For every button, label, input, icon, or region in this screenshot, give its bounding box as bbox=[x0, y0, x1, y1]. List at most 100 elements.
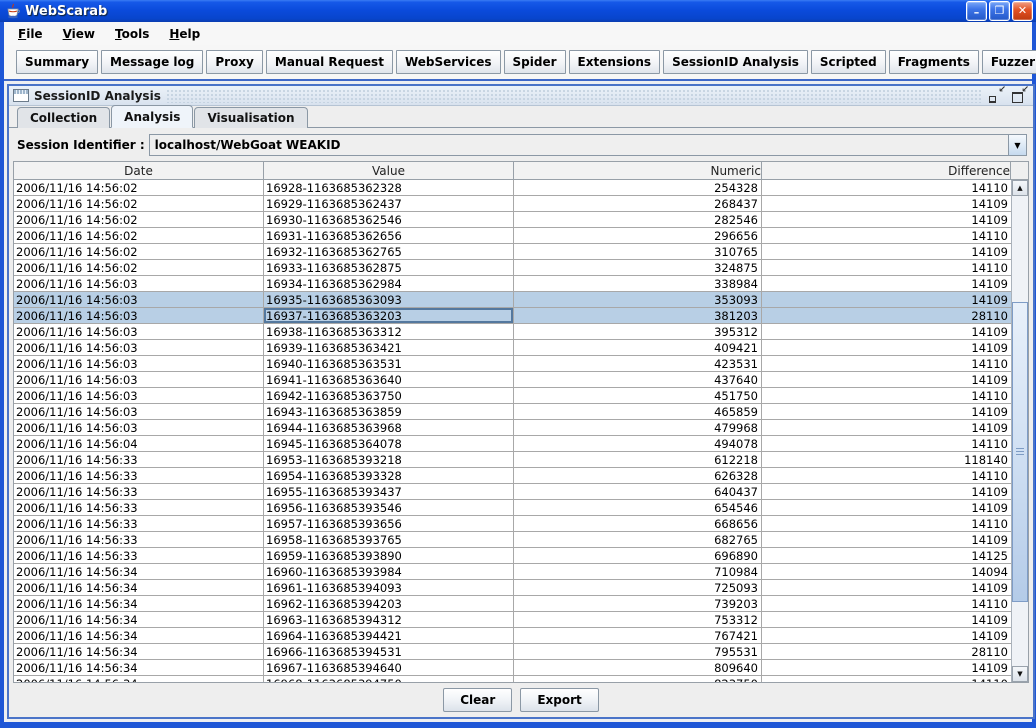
table-row[interactable]: 2006/11/16 14:56:34 16962-1163685394203 73… bbox=[14, 596, 1011, 612]
session-identifier-combobox[interactable]: localhost/WebGoat WEAKID ▼ bbox=[148, 134, 1027, 156]
cell-difference[interactable]: 14109 bbox=[762, 292, 1011, 308]
cell-date[interactable]: 2006/11/16 14:56:02 bbox=[14, 260, 264, 276]
cell-date[interactable]: 2006/11/16 14:56:34 bbox=[14, 676, 264, 682]
cell-numeric[interactable]: 767421 bbox=[514, 628, 762, 644]
table-row[interactable]: 2006/11/16 14:56:33 16957-1163685393656 66… bbox=[14, 516, 1011, 532]
cell-date[interactable]: 2006/11/16 14:56:34 bbox=[14, 644, 264, 660]
cell-numeric[interactable]: 494078 bbox=[514, 436, 762, 452]
cell-numeric[interactable]: 682765 bbox=[514, 532, 762, 548]
cell-difference[interactable]: 14109 bbox=[762, 484, 1011, 500]
table-row[interactable]: 2006/11/16 14:56:34 16963-1163685394312 75… bbox=[14, 612, 1011, 628]
cell-value[interactable]: 16963-1163685394312 bbox=[264, 612, 514, 628]
title-bar[interactable]: WebScarab – ❐ ✕ bbox=[0, 0, 1036, 22]
export-button[interactable]: Export bbox=[520, 688, 599, 712]
cell-date[interactable]: 2006/11/16 14:56:03 bbox=[14, 308, 264, 324]
column-header-numeric[interactable]: Numeric bbox=[514, 162, 762, 180]
cell-value[interactable]: 16953-1163685393218 bbox=[264, 452, 514, 468]
cell-value[interactable]: 16955-1163685393437 bbox=[264, 484, 514, 500]
cell-value[interactable]: 16939-1163685363421 bbox=[264, 340, 514, 356]
table-row[interactable]: 2006/11/16 14:56:33 16958-1163685393765 68… bbox=[14, 532, 1011, 548]
cell-numeric[interactable]: 409421 bbox=[514, 340, 762, 356]
cell-value[interactable]: 16934-1163685362984 bbox=[264, 276, 514, 292]
toolbar-fuzzer-button[interactable]: Fuzzer bbox=[981, 50, 1036, 74]
cell-date[interactable]: 2006/11/16 14:56:33 bbox=[14, 500, 264, 516]
cell-date[interactable]: 2006/11/16 14:56:33 bbox=[14, 468, 264, 484]
scroll-up-icon[interactable]: ▲ bbox=[1012, 180, 1028, 196]
cell-difference[interactable]: 14109 bbox=[762, 212, 1011, 228]
cell-date[interactable]: 2006/11/16 14:56:34 bbox=[14, 564, 264, 580]
cell-value[interactable]: 16943-1163685363859 bbox=[264, 404, 514, 420]
table-row[interactable]: 2006/11/16 14:56:03 16944-1163685363968 47… bbox=[14, 420, 1011, 436]
cell-value[interactable]: 16940-1163685363531 bbox=[264, 356, 514, 372]
cell-value[interactable]: 16960-1163685393984 bbox=[264, 564, 514, 580]
cell-difference[interactable]: 14109 bbox=[762, 420, 1011, 436]
table-row[interactable]: 2006/11/16 14:56:02 16932-1163685362765 31… bbox=[14, 244, 1011, 260]
cell-date[interactable]: 2006/11/16 14:56:34 bbox=[14, 660, 264, 676]
cell-difference[interactable]: 14109 bbox=[762, 628, 1011, 644]
cell-date[interactable]: 2006/11/16 14:56:03 bbox=[14, 340, 264, 356]
cell-value[interactable]: 16945-1163685364078 bbox=[264, 436, 514, 452]
cell-difference[interactable]: 14109 bbox=[762, 612, 1011, 628]
cell-difference[interactable]: 14109 bbox=[762, 532, 1011, 548]
cell-value[interactable]: 16959-1163685393890 bbox=[264, 548, 514, 564]
cell-numeric[interactable]: 640437 bbox=[514, 484, 762, 500]
cell-value[interactable]: 16928-1163685362328 bbox=[264, 180, 514, 196]
toolbar-extensions-button[interactable]: Extensions bbox=[568, 50, 661, 74]
cell-date[interactable]: 2006/11/16 14:56:34 bbox=[14, 628, 264, 644]
column-header-value[interactable]: Value bbox=[264, 162, 514, 180]
table-row[interactable]: 2006/11/16 14:56:04 16945-1163685364078 49… bbox=[14, 436, 1011, 452]
cell-numeric[interactable]: 823750 bbox=[514, 676, 762, 682]
cell-difference[interactable]: 14110 bbox=[762, 388, 1011, 404]
cell-value[interactable]: 16931-1163685362656 bbox=[264, 228, 514, 244]
cell-numeric[interactable]: 268437 bbox=[514, 196, 762, 212]
cell-numeric[interactable]: 668656 bbox=[514, 516, 762, 532]
table-row[interactable]: 2006/11/16 14:56:34 16961-1163685394093 72… bbox=[14, 580, 1011, 596]
cell-numeric[interactable]: 338984 bbox=[514, 276, 762, 292]
cell-difference[interactable]: 14109 bbox=[762, 276, 1011, 292]
cell-difference[interactable]: 14110 bbox=[762, 516, 1011, 532]
cell-date[interactable]: 2006/11/16 14:56:02 bbox=[14, 196, 264, 212]
cell-difference[interactable]: 14110 bbox=[762, 356, 1011, 372]
cell-value[interactable]: 16956-1163685393546 bbox=[264, 500, 514, 516]
table-row[interactable]: 2006/11/16 14:56:33 16953-1163685393218 61… bbox=[14, 452, 1011, 468]
tab-visualisation[interactable]: Visualisation bbox=[194, 107, 308, 128]
cell-value[interactable]: 16937-1163685363203 bbox=[264, 308, 514, 324]
table-row[interactable]: 2006/11/16 14:56:02 16928-1163685362328 25… bbox=[14, 180, 1011, 196]
cell-numeric[interactable]: 479968 bbox=[514, 420, 762, 436]
cell-date[interactable]: 2006/11/16 14:56:02 bbox=[14, 180, 264, 196]
cell-date[interactable]: 2006/11/16 14:56:03 bbox=[14, 372, 264, 388]
cell-value[interactable]: 16933-1163685362875 bbox=[264, 260, 514, 276]
cell-numeric[interactable]: 254328 bbox=[514, 180, 762, 196]
cell-value[interactable]: 16944-1163685363968 bbox=[264, 420, 514, 436]
cell-numeric[interactable]: 612218 bbox=[514, 452, 762, 468]
cell-date[interactable]: 2006/11/16 14:56:02 bbox=[14, 228, 264, 244]
cell-date[interactable]: 2006/11/16 14:56:03 bbox=[14, 356, 264, 372]
table-row[interactable]: 2006/11/16 14:56:33 16954-1163685393328 62… bbox=[14, 468, 1011, 484]
table-row[interactable]: 2006/11/16 14:56:03 16939-1163685363421 40… bbox=[14, 340, 1011, 356]
table-row[interactable]: 2006/11/16 14:56:34 16960-1163685393984 71… bbox=[14, 564, 1011, 580]
cell-numeric[interactable]: 753312 bbox=[514, 612, 762, 628]
cell-value[interactable]: 16935-1163685363093 bbox=[264, 292, 514, 308]
cell-date[interactable]: 2006/11/16 14:56:33 bbox=[14, 548, 264, 564]
table-row[interactable]: 2006/11/16 14:56:03 16943-1163685363859 46… bbox=[14, 404, 1011, 420]
table-row[interactable]: 2006/11/16 14:56:33 16956-1163685393546 65… bbox=[14, 500, 1011, 516]
cell-date[interactable]: 2006/11/16 14:56:33 bbox=[14, 452, 264, 468]
cell-value[interactable]: 16930-1163685362546 bbox=[264, 212, 514, 228]
table-row[interactable]: 2006/11/16 14:56:33 16955-1163685393437 64… bbox=[14, 484, 1011, 500]
cell-value[interactable]: 16966-1163685394531 bbox=[264, 644, 514, 660]
cell-numeric[interactable]: 423531 bbox=[514, 356, 762, 372]
cell-difference[interactable]: 14109 bbox=[762, 404, 1011, 420]
cell-value[interactable]: 16962-1163685394203 bbox=[264, 596, 514, 612]
cell-value[interactable]: 16967-1163685394640 bbox=[264, 660, 514, 676]
cell-numeric[interactable]: 437640 bbox=[514, 372, 762, 388]
toolbar-fragments-button[interactable]: Fragments bbox=[888, 50, 979, 74]
cell-difference[interactable]: 28110 bbox=[762, 644, 1011, 660]
cell-numeric[interactable]: 725093 bbox=[514, 580, 762, 596]
cell-date[interactable]: 2006/11/16 14:56:34 bbox=[14, 612, 264, 628]
clear-button[interactable]: Clear bbox=[443, 688, 513, 712]
cell-difference[interactable]: 14125 bbox=[762, 548, 1011, 564]
menu-view[interactable]: View bbox=[57, 25, 101, 43]
maximize-button[interactable]: ❐ bbox=[989, 1, 1010, 21]
table-row[interactable]: 2006/11/16 14:56:03 16942-1163685363750 45… bbox=[14, 388, 1011, 404]
cell-numeric[interactable]: 710984 bbox=[514, 564, 762, 580]
